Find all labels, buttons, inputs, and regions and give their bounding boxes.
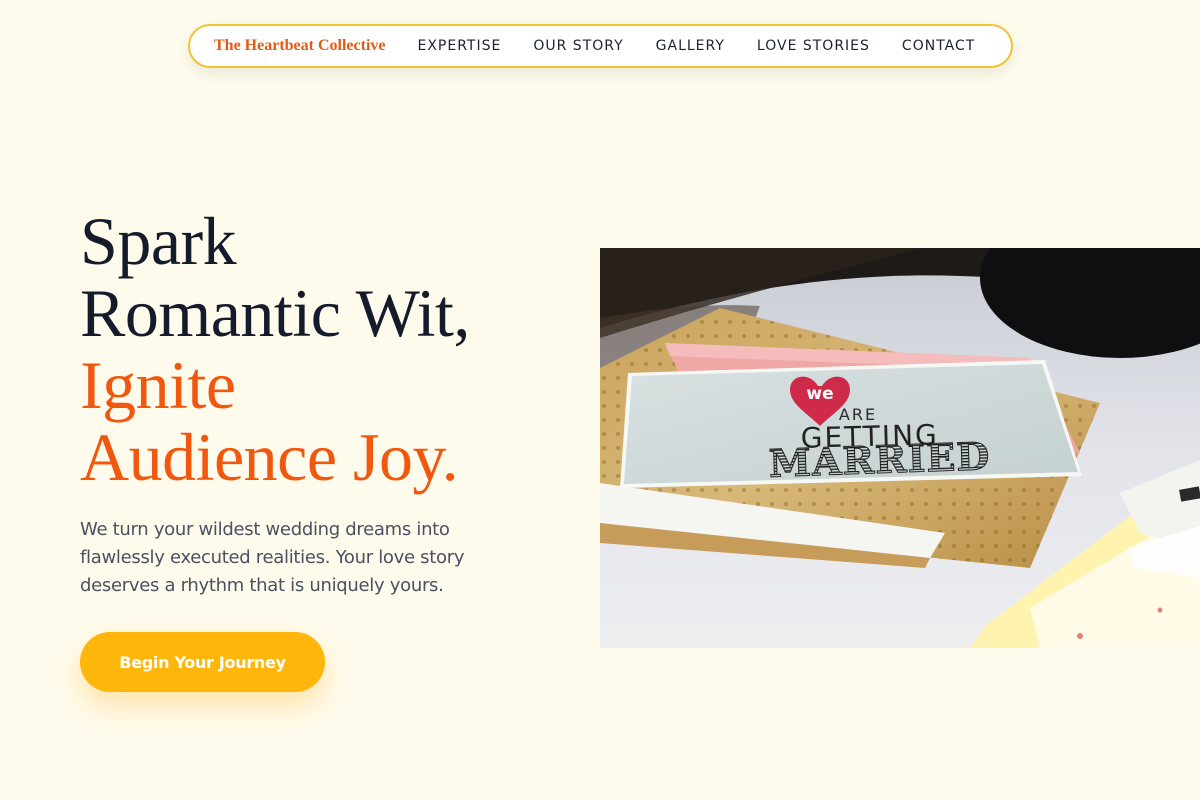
headline-line-4: Audience Joy. <box>80 419 459 495</box>
hero-headline: Spark Romantic Wit, Ignite Audience Joy. <box>80 205 560 493</box>
hero-image: we ARE GETTING MARRIED <box>600 248 1200 648</box>
hero-subtext: We turn your wildest wedding dreams into… <box>80 519 465 596</box>
nav-link-gallery[interactable]: GALLERY <box>656 38 725 54</box>
headline-line-1: Spark <box>80 203 237 279</box>
nav-links: EXPERTISE OUR STORY GALLERY LOVE STORIES… <box>418 38 976 54</box>
card-heart-text: we <box>806 384 833 404</box>
headline-line-3: Ignite <box>80 347 236 423</box>
brand-logo[interactable]: The Heartbeat Collective <box>214 37 386 55</box>
begin-journey-button[interactable]: Begin Your Journey <box>80 632 325 692</box>
card-line-married: MARRIED <box>768 433 991 486</box>
headline-line-2: Romantic Wit, <box>80 275 470 351</box>
nav-link-love-stories[interactable]: LOVE STORIES <box>757 38 870 54</box>
nav-link-our-story[interactable]: OUR STORY <box>533 38 623 54</box>
main-nav: The Heartbeat Collective EXPERTISE OUR S… <box>188 24 1013 68</box>
nav-link-contact[interactable]: CONTACT <box>902 38 975 54</box>
wedding-cards-photo: we ARE GETTING MARRIED <box>600 248 1200 648</box>
nav-link-expertise[interactable]: EXPERTISE <box>418 38 502 54</box>
